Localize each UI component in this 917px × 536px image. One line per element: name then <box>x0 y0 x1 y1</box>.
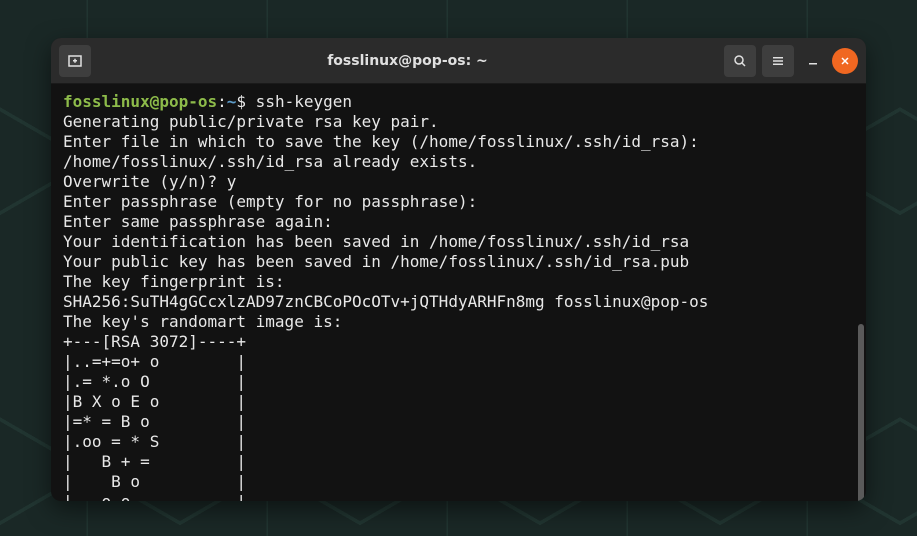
menu-button[interactable] <box>762 45 794 77</box>
output-line: | B + = | <box>63 452 246 471</box>
output-line: +---[RSA 3072]----+ <box>63 332 246 351</box>
command-text: ssh-keygen <box>246 92 352 111</box>
titlebar: fosslinux@pop-os: ~ <box>51 38 866 84</box>
close-button[interactable] <box>832 48 858 74</box>
output-line: SHA256:SuTH4gGCcxlzAD97znCBCoPOcOTv+jQTH… <box>63 292 708 311</box>
scrollbar-thumb[interactable] <box>858 324 864 501</box>
output-line: Your public key has been saved in /home/… <box>63 252 689 271</box>
prompt-colon: : <box>217 92 227 111</box>
terminal-window: fosslinux@pop-os: ~ fosslinux@pop-os:~$ … <box>51 38 866 501</box>
search-button[interactable] <box>724 45 756 77</box>
output-line: Enter same passphrase again: <box>63 212 333 231</box>
output-line: Your identification has been saved in /h… <box>63 232 689 251</box>
output-line: The key's randomart image is: <box>63 312 342 331</box>
output-line: |.oo = * S | <box>63 432 246 451</box>
prompt-user-host: fosslinux@pop-os <box>63 92 217 111</box>
terminal-body[interactable]: fosslinux@pop-os:~$ ssh-keygen Generatin… <box>51 84 866 501</box>
output-line: Enter file in which to save the key (/ho… <box>63 132 699 151</box>
output-line: Enter passphrase (empty for no passphras… <box>63 192 477 211</box>
output-line: |=* = B o | <box>63 412 246 431</box>
prompt-path: ~ <box>227 92 237 111</box>
output-line: |..=+=o+ o | <box>63 352 246 371</box>
window-title: fosslinux@pop-os: ~ <box>91 53 724 69</box>
output-line: /home/fosslinux/.ssh/id_rsa already exis… <box>63 152 477 171</box>
output-line: The key fingerprint is: <box>63 272 285 291</box>
prompt-symbol: $ <box>236 92 246 111</box>
output-line: Generating public/private rsa key pair. <box>63 112 439 131</box>
output-line: |B X o E o | <box>63 392 246 411</box>
output-line: | o o | <box>63 492 246 501</box>
output-line: Overwrite (y/n)? y <box>63 172 236 191</box>
output-line: | B o | <box>63 472 246 491</box>
minimize-button[interactable] <box>800 48 826 74</box>
output-line: |.= *.o O | <box>63 372 246 391</box>
new-tab-button[interactable] <box>59 45 91 77</box>
